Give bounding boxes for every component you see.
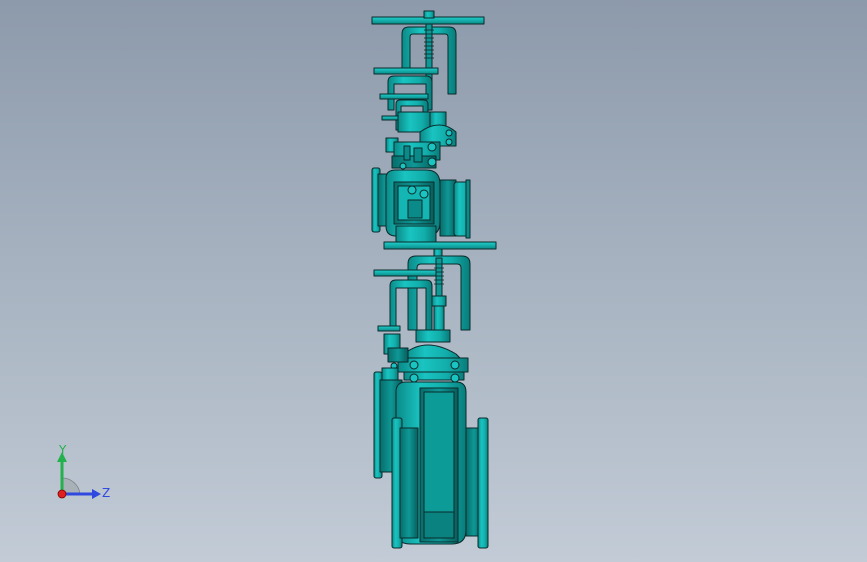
y-axis-label: Y <box>59 443 67 457</box>
3d-viewport[interactable]: Y Z <box>0 0 867 562</box>
gate-valve-assembly-model[interactable] <box>0 0 867 562</box>
x-axis-point <box>57 489 67 499</box>
lower-valve[interactable] <box>373 241 497 549</box>
upper-valve[interactable] <box>371 10 485 243</box>
z-axis-label: Z <box>102 486 111 500</box>
lower-handwheel[interactable] <box>383 241 497 250</box>
